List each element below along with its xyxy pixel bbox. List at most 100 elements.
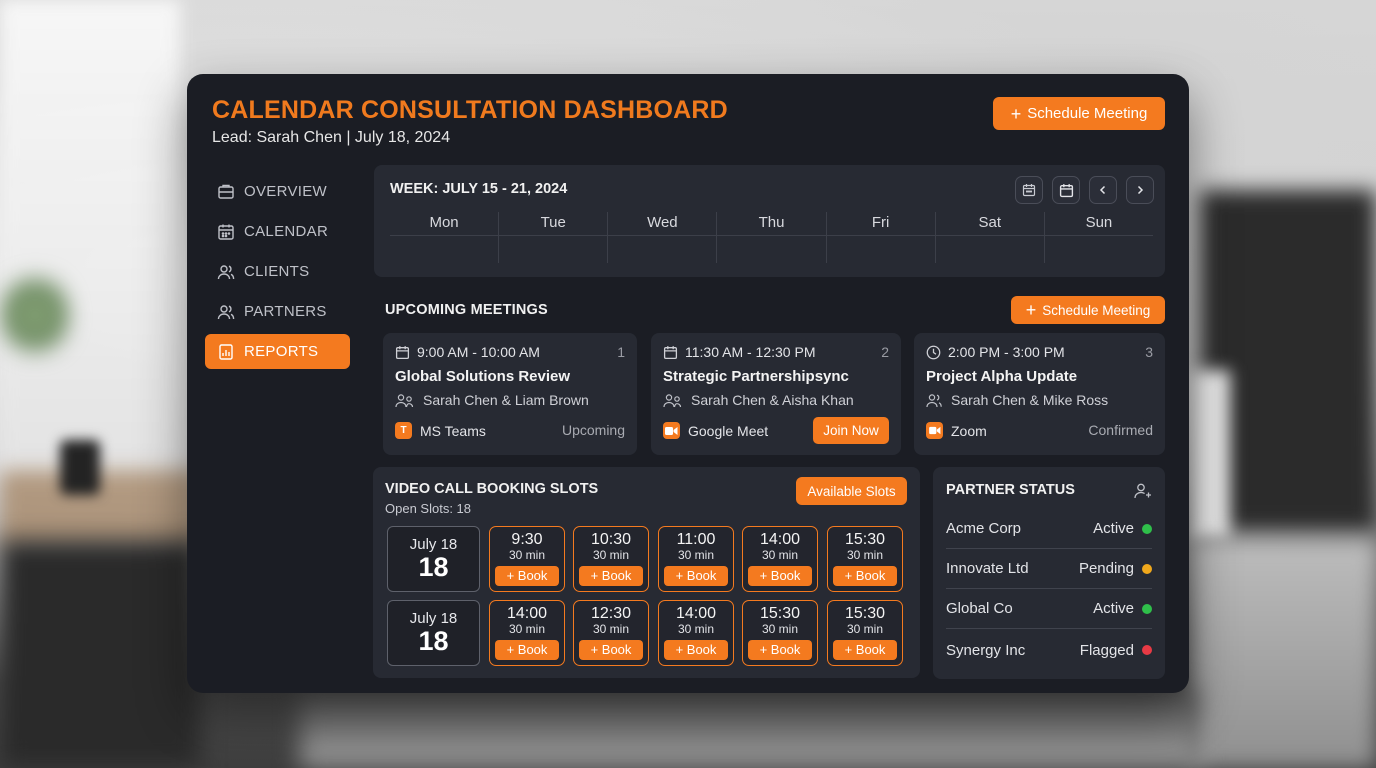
booking-slot: 14:00 30 min + Book bbox=[489, 600, 565, 666]
slot-time: 10:30 bbox=[590, 531, 632, 548]
sidebar-item-label: CLIENTS bbox=[244, 263, 310, 280]
book-slot-button[interactable]: + Book bbox=[495, 566, 559, 586]
book-slot-button[interactable]: + Book bbox=[748, 566, 812, 586]
meeting-time-text: 2:00 PM - 3:00 PM bbox=[948, 344, 1065, 360]
sidebar-item-calendar[interactable]: CALENDAR bbox=[205, 214, 350, 249]
meeting-status: Confirmed bbox=[1088, 422, 1153, 438]
meeting-platform: Google Meet bbox=[663, 422, 768, 439]
partner-row[interactable]: Innovate Ltd Pending bbox=[946, 549, 1152, 589]
schedule-meeting-button-secondary[interactable]: + Schedule Meeting bbox=[1011, 296, 1165, 324]
partner-status-card: PARTNER STATUS Acme Corp Active Innovate… bbox=[933, 467, 1165, 679]
schedule-meeting-label: Schedule Meeting bbox=[1042, 302, 1151, 318]
sidebar-item-reports[interactable]: REPORTS bbox=[205, 334, 350, 369]
sidebar-item-clients[interactable]: CLIENTS bbox=[205, 254, 350, 289]
book-slot-button[interactable]: + Book bbox=[495, 640, 559, 660]
sidebar-item-label: CALENDAR bbox=[244, 223, 329, 240]
meeting-card[interactable]: 2:00 PM - 3:00 PM 3 Project Alpha Update… bbox=[914, 333, 1165, 455]
slot-duration: 30 min bbox=[677, 547, 715, 562]
meeting-platform: Zoom bbox=[926, 422, 987, 439]
participants-icon bbox=[663, 393, 682, 407]
sidebar-item-overview[interactable]: OVERVIEW bbox=[205, 174, 350, 209]
calendar-view-button[interactable] bbox=[1015, 176, 1043, 204]
book-slot-button[interactable]: + Book bbox=[579, 640, 643, 660]
slot-duration: 30 min bbox=[761, 547, 799, 562]
add-partner-icon[interactable] bbox=[1133, 481, 1153, 501]
meeting-time: 9:00 AM - 10:00 AM bbox=[395, 344, 540, 360]
partner-row[interactable]: Acme Corp Active bbox=[946, 509, 1152, 549]
meeting-participants-text: Sarah Chen & Liam Brown bbox=[423, 392, 589, 408]
partner-status: Pending bbox=[1078, 560, 1134, 577]
booking-slot: 9:30 30 min + Book bbox=[489, 526, 565, 592]
booking-slot: 15:30 30 min + Book bbox=[827, 600, 903, 666]
date-picker-button[interactable] bbox=[1052, 176, 1080, 204]
book-slot-button[interactable]: + Book bbox=[664, 640, 728, 660]
background-plant bbox=[0, 270, 70, 360]
meeting-time-text: 11:30 AM - 12:30 PM bbox=[685, 344, 816, 360]
next-week-button[interactable] bbox=[1126, 176, 1154, 204]
partner-row[interactable]: Synergy Inc Flagged bbox=[946, 630, 1152, 670]
book-slot-button[interactable]: + Book bbox=[579, 566, 643, 586]
meeting-platform: T MS Teams bbox=[395, 422, 486, 439]
chevron-right-icon bbox=[1137, 185, 1144, 195]
slot-time: 15:30 bbox=[759, 605, 801, 622]
status-dot bbox=[1142, 563, 1152, 574]
schedule-meeting-label: Schedule Meeting bbox=[1027, 105, 1148, 122]
meeting-name: Strategic Partnershipsync bbox=[663, 368, 849, 385]
join-now-button[interactable]: Join Now bbox=[813, 417, 889, 444]
users-icon bbox=[217, 264, 235, 279]
day-column-wed[interactable]: Wed bbox=[608, 212, 718, 263]
background-desk bbox=[0, 470, 200, 550]
book-slot-button[interactable]: + Book bbox=[833, 640, 897, 660]
schedule-meeting-button[interactable]: + Schedule Meeting bbox=[993, 97, 1165, 130]
day-column-sun[interactable]: Sun bbox=[1045, 212, 1153, 263]
prev-week-button[interactable] bbox=[1089, 176, 1117, 204]
meeting-platform-text: MS Teams bbox=[420, 422, 486, 439]
meeting-participants: Sarah Chen & Mike Ross bbox=[926, 392, 1108, 408]
partner-row[interactable]: Global Co Active bbox=[946, 589, 1152, 629]
booking-slots-card: VIDEO CALL BOOKING SLOTS Open Slots: 18 … bbox=[373, 467, 920, 678]
slot-duration: 30 min bbox=[846, 621, 884, 636]
meeting-card[interactable]: 11:30 AM - 12:30 PM 2 Strategic Partners… bbox=[651, 333, 901, 455]
partner-status: Active bbox=[1093, 600, 1134, 617]
week-controls bbox=[1015, 176, 1154, 204]
slot-time: 14:00 bbox=[675, 605, 717, 622]
calendar-small-icon bbox=[1022, 184, 1036, 197]
slot-duration: 30 min bbox=[677, 621, 715, 636]
booking-slot: 10:30 30 min + Book bbox=[573, 526, 649, 592]
background-floor bbox=[1190, 540, 1376, 768]
booking-slot: 14:00 30 min + Book bbox=[658, 600, 734, 666]
day-column-sat[interactable]: Sat bbox=[936, 212, 1045, 263]
booking-slots-title: VIDEO CALL BOOKING SLOTS bbox=[385, 481, 599, 497]
book-slot-button[interactable]: + Book bbox=[748, 640, 812, 660]
ms-teams-icon: T bbox=[395, 422, 412, 439]
week-calendar: WEEK: JULY 15 - 21, 2024 Mon Tue Wed Thu… bbox=[374, 165, 1165, 277]
slot-duration: 30 min bbox=[508, 547, 546, 562]
meeting-card[interactable]: 9:00 AM - 10:00 AM 1 Global Solutions Re… bbox=[383, 333, 637, 455]
status-dot bbox=[1142, 603, 1152, 614]
booking-slot: 11:00 30 min + Book bbox=[658, 526, 734, 592]
slot-time: 15:30 bbox=[844, 531, 886, 548]
day-column-tue[interactable]: Tue bbox=[499, 212, 609, 263]
day-column-thu[interactable]: Thu bbox=[717, 212, 827, 263]
booking-slot: 12:30 30 min + Book bbox=[573, 600, 649, 666]
dashboard-panel: CALENDAR CONSULTATION DASHBOARD Lead: Sa… bbox=[187, 74, 1189, 693]
sidebar: OVERVIEW CALENDAR CLIENTS PARTNERS REPOR… bbox=[205, 174, 350, 374]
day-column-fri[interactable]: Fri bbox=[827, 212, 936, 263]
users-icon bbox=[217, 304, 235, 319]
meeting-index: 3 bbox=[1145, 344, 1153, 360]
upcoming-meetings-title: UPCOMING MEETINGS bbox=[385, 302, 548, 318]
plus-icon: + bbox=[1010, 103, 1022, 124]
slot-date-label: July 18 bbox=[409, 536, 458, 553]
partner-status: Active bbox=[1093, 520, 1134, 537]
overview-icon bbox=[218, 184, 234, 199]
day-column-mon[interactable]: Mon bbox=[390, 212, 500, 263]
partner-status-title: PARTNER STATUS bbox=[946, 482, 1075, 498]
book-slot-button[interactable]: + Book bbox=[833, 566, 897, 586]
available-slots-button[interactable]: Available Slots bbox=[796, 477, 907, 505]
calendar-icon bbox=[663, 345, 678, 359]
slot-duration: 30 min bbox=[508, 621, 546, 636]
meeting-time-text: 9:00 AM - 10:00 AM bbox=[417, 344, 540, 360]
book-slot-button[interactable]: + Book bbox=[664, 566, 728, 586]
calendar-icon bbox=[395, 345, 410, 359]
sidebar-item-partners[interactable]: PARTNERS bbox=[205, 294, 350, 329]
